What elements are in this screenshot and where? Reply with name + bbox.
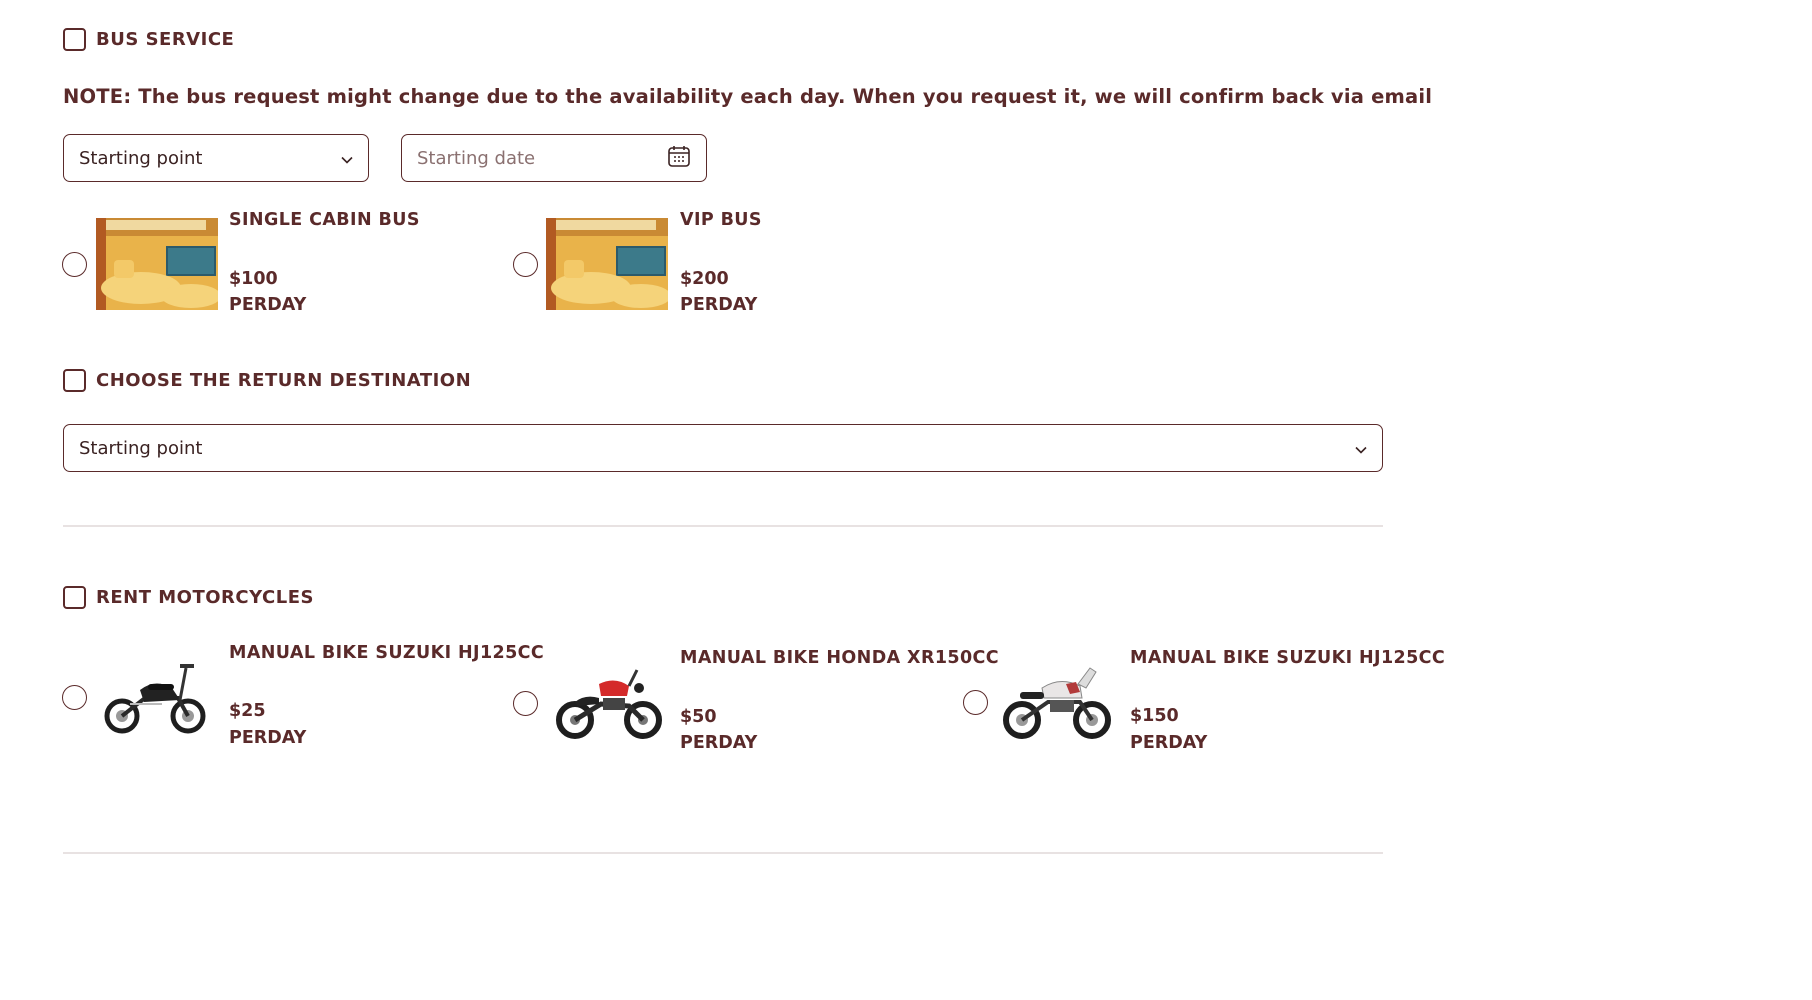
motorcycle-option-unit: PERDAY bbox=[680, 733, 758, 753]
starting-date-placeholder: Starting date bbox=[417, 147, 536, 169]
single-cabin-bus-radio[interactable] bbox=[62, 252, 87, 277]
starting-point-value: Starting point bbox=[79, 147, 203, 169]
return-starting-point-select[interactable]: Starting point bbox=[63, 424, 1383, 472]
starting-date-input[interactable]: Starting date bbox=[401, 134, 707, 182]
chevron-down-icon bbox=[1355, 438, 1367, 459]
rent-motorcycles-checkbox[interactable] bbox=[63, 586, 86, 609]
bus-option-unit: PERDAY bbox=[680, 295, 758, 315]
return-destination-checkbox[interactable] bbox=[63, 369, 86, 392]
chevron-down-icon bbox=[341, 148, 353, 169]
motorcycle-option-price: $150 bbox=[1130, 706, 1179, 726]
motorcycle-image bbox=[100, 660, 212, 736]
bus-service-label: BUS SERVICE bbox=[96, 29, 235, 50]
bus-option-title: VIP BUS bbox=[680, 210, 762, 230]
bus-option-title: SINGLE CABIN BUS bbox=[229, 210, 420, 230]
motorcycle-option-price: $25 bbox=[229, 701, 266, 721]
motorcycle-option-unit: PERDAY bbox=[229, 728, 307, 748]
section-divider bbox=[63, 525, 1383, 527]
motorcycle-image bbox=[555, 664, 663, 742]
motorcycle-option-title: MANUAL BIKE SUZUKI HJ125CC bbox=[1130, 648, 1446, 668]
motorcycle-option-unit: PERDAY bbox=[1130, 733, 1208, 753]
motorcycle-option-title: MANUAL BIKE HONDA XR150CC bbox=[680, 648, 1000, 668]
rent-motorcycles-label: RENT MOTORCYCLES bbox=[96, 587, 314, 608]
bus-option-unit: PERDAY bbox=[229, 295, 307, 315]
bus-note: NOTE: The bus request might change due t… bbox=[63, 85, 1433, 108]
motorcycle-option-price: $50 bbox=[680, 707, 717, 727]
motorcycle-radio-3[interactable] bbox=[963, 690, 988, 715]
section-divider bbox=[63, 852, 1383, 854]
motorcycle-radio-1[interactable] bbox=[62, 685, 87, 710]
motorcycle-image bbox=[1000, 662, 1114, 742]
vip-bus-radio[interactable] bbox=[513, 252, 538, 277]
starting-point-select[interactable]: Starting point bbox=[63, 134, 369, 182]
bus-service-checkbox[interactable] bbox=[63, 28, 86, 51]
return-destination-label: CHOOSE THE RETURN DESTINATION bbox=[96, 370, 472, 391]
motorcycle-radio-2[interactable] bbox=[513, 691, 538, 716]
bus-cabin-image bbox=[96, 218, 218, 310]
bus-cabin-image bbox=[546, 218, 668, 310]
motorcycle-option-title: MANUAL BIKE SUZUKI HJ125CC bbox=[229, 643, 545, 663]
calendar-icon[interactable] bbox=[667, 144, 691, 173]
bus-option-price: $100 bbox=[229, 269, 278, 289]
bus-option-price: $200 bbox=[680, 269, 729, 289]
return-starting-point-value: Starting point bbox=[79, 437, 203, 459]
